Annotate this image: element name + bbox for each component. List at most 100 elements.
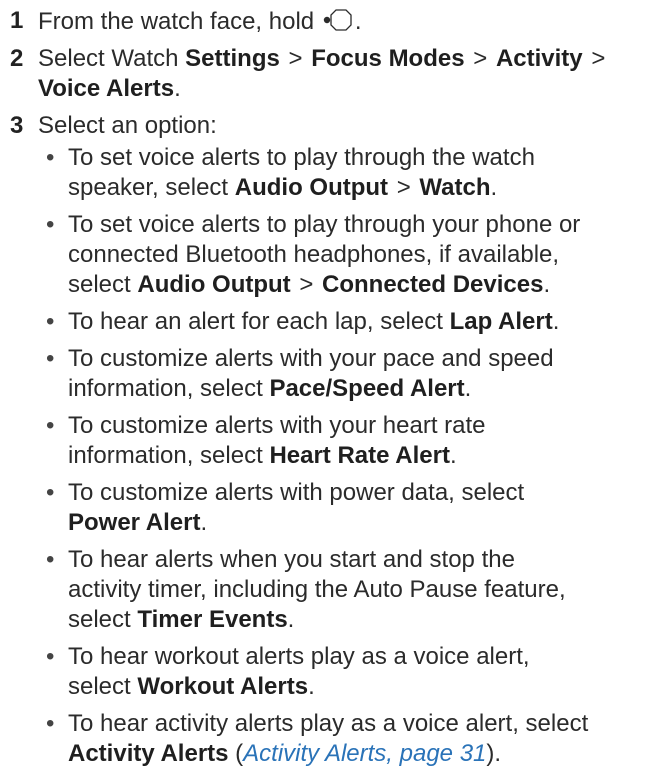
menu-audio-output: Audio Output <box>137 271 291 298</box>
option-line: Activity Alerts (Activity Alerts, page 3… <box>68 739 637 769</box>
option-text: To set voice alerts to play through your… <box>68 210 637 300</box>
option-text-part: information, select <box>68 375 263 402</box>
option-workout-alerts: • To hear workout alerts play as a voice… <box>38 642 637 702</box>
step-text: From the watch face, hold . <box>38 6 637 37</box>
watch-button-icon <box>323 9 352 31</box>
option-line: activity timer, including the Auto Pause… <box>68 576 566 603</box>
option-audio-watch: • To set voice alerts to play through th… <box>38 143 637 203</box>
period: . <box>464 375 472 402</box>
period: . <box>490 174 498 201</box>
bullet-icon: • <box>46 479 55 506</box>
bullet-icon: • <box>46 710 55 737</box>
option-text-part: select <box>68 606 131 633</box>
step-2-line-1: Select Watch Settings > Focus Modes > Ac… <box>38 44 637 74</box>
bullet-icon: • <box>46 345 55 372</box>
menu-workout-alerts: Workout Alerts <box>137 673 309 700</box>
option-line: select Audio Output > Connected Devices. <box>68 270 637 300</box>
option-text: To customize alerts with your heart rate… <box>68 411 637 471</box>
option-text: To hear alerts when you start and stop t… <box>68 545 637 635</box>
option-list: • To set voice alerts to play through th… <box>38 143 637 769</box>
step-1-period: . <box>354 8 362 35</box>
option-power-alert: • To customize alerts with power data, s… <box>38 478 637 538</box>
option-text: To hear activity alerts play as a voice … <box>68 709 637 769</box>
period: . <box>543 271 551 298</box>
period: . <box>449 442 457 469</box>
option-text: To hear an alert for each lap, select La… <box>68 307 637 337</box>
option-line: speaker, select Audio Output > Watch. <box>68 173 637 203</box>
paren-open: ( <box>235 740 244 767</box>
instruction-page: 1 From the watch face, hold . 2 Select W… <box>0 0 649 767</box>
menu-connected-devices: Connected Devices <box>322 271 544 298</box>
separator: > <box>396 174 411 201</box>
separator: > <box>591 45 606 72</box>
menu-voice-alerts: Voice Alerts <box>38 75 175 102</box>
cross-reference-link[interactable]: Activity Alerts, page 31 <box>243 740 486 767</box>
period: . <box>308 673 315 700</box>
step-2: 2 Select Watch Settings > Focus Modes > … <box>10 44 637 104</box>
menu-audio-output: Audio Output <box>234 174 389 201</box>
step-number: 2 <box>10 45 24 72</box>
bullet-icon: • <box>46 211 55 238</box>
step-number: 1 <box>10 7 24 34</box>
step-text: Select an option: • To set voice alerts … <box>38 111 637 776</box>
step-3-text: Select an option: <box>38 112 217 139</box>
menu-lap-alert: Lap Alert <box>449 308 553 335</box>
step-2-line-2: Voice Alerts. <box>38 74 637 104</box>
option-text-part: select <box>68 673 131 700</box>
period: . <box>287 606 295 633</box>
option-line: select Workout Alerts. <box>68 672 637 702</box>
separator: > <box>299 271 314 298</box>
menu-activity-alerts: Activity Alerts <box>68 740 229 767</box>
step-1: 1 From the watch face, hold . <box>10 6 637 37</box>
option-line: To customize alerts with your pace and s… <box>68 345 554 372</box>
option-audio-connected: • To set voice alerts to play through yo… <box>38 210 637 300</box>
step-text: Select Watch Settings > Focus Modes > Ac… <box>38 44 637 104</box>
option-text-part: select <box>68 271 131 298</box>
option-line: To hear an alert for each lap, select La… <box>68 307 637 337</box>
option-line: connected Bluetooth headphones, if avail… <box>68 241 560 268</box>
step-2-prefix: Select Watch <box>38 45 179 72</box>
menu-pace-speed-alert: Pace/Speed Alert <box>269 375 465 402</box>
separator: > <box>288 45 303 72</box>
option-timer-events: • To hear alerts when you start and stop… <box>38 545 637 635</box>
period: . <box>552 308 560 335</box>
option-text: To customize alerts with your pace and s… <box>68 344 637 404</box>
option-text: To set voice alerts to play through the … <box>68 143 637 203</box>
option-line: To hear workout alerts play as a voice a… <box>68 643 530 670</box>
option-line: To customize alerts with power data, sel… <box>68 479 525 506</box>
period: . <box>174 75 181 102</box>
separator: > <box>473 45 488 72</box>
option-text-part: information, select <box>68 442 263 469</box>
menu-focus-modes: Focus Modes <box>311 45 465 72</box>
menu-settings: Settings <box>185 45 280 72</box>
paren-close: ). <box>486 740 502 767</box>
option-line: information, select Pace/Speed Alert. <box>68 374 637 404</box>
period: . <box>200 509 208 536</box>
option-line: To set voice alerts to play through the … <box>68 144 535 171</box>
option-lap-alert: • To hear an alert for each lap, select … <box>38 307 637 337</box>
option-pace-speed: • To customize alerts with your pace and… <box>38 344 637 404</box>
option-line: select Timer Events. <box>68 605 637 635</box>
menu-watch: Watch <box>419 174 491 201</box>
step-3: 3 Select an option: • To set voice alert… <box>10 111 637 776</box>
step-number: 3 <box>10 112 24 139</box>
bullet-icon: • <box>46 308 55 335</box>
option-line: Power Alert. <box>68 508 637 538</box>
option-activity-alerts: • To hear activity alerts play as a voic… <box>38 709 637 769</box>
option-line: To hear activity alerts play as a voice … <box>68 710 589 737</box>
bullet-icon: • <box>46 144 55 171</box>
menu-timer-events: Timer Events <box>137 606 288 633</box>
bullet-icon: • <box>46 412 55 439</box>
option-line: To hear alerts when you start and stop t… <box>68 546 515 573</box>
bullet-icon: • <box>46 643 55 670</box>
menu-activity: Activity <box>495 45 583 72</box>
option-text: To hear workout alerts play as a voice a… <box>68 642 637 702</box>
bullet-icon: • <box>46 546 55 573</box>
option-text: To customize alerts with power data, sel… <box>68 478 637 538</box>
step-1-text: From the watch face, hold <box>38 8 315 35</box>
option-heart-rate: • To customize alerts with your heart ra… <box>38 411 637 471</box>
option-line: To customize alerts with your heart rate <box>68 412 486 439</box>
menu-power-alert: Power Alert <box>68 509 201 536</box>
option-text-part: To hear an alert for each lap, select <box>68 308 443 335</box>
option-line: To set voice alerts to play through your… <box>68 211 581 238</box>
